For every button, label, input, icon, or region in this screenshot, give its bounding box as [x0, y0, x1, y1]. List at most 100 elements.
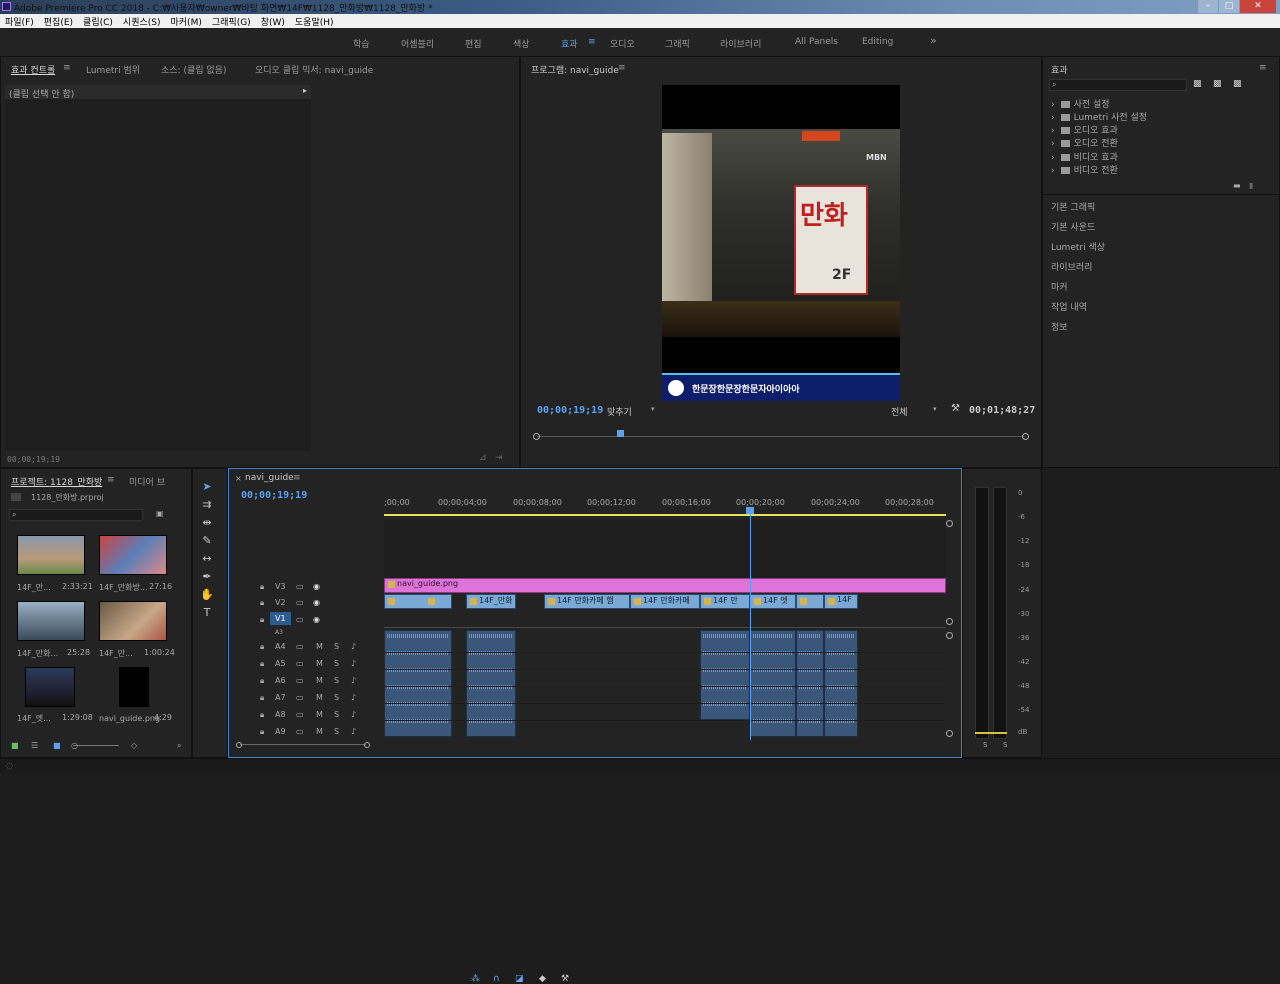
mute-button[interactable]: M [316, 642, 323, 651]
section-history[interactable]: 작업 내역 [1051, 300, 1087, 313]
fit-dropdown[interactable]: 맞추기 ▾ [605, 404, 661, 418]
workspace-menu-icon[interactable]: ≡ [588, 37, 596, 47]
mic-icon[interactable]: ♪ [351, 676, 356, 685]
mic-icon[interactable]: ♪ [351, 710, 356, 719]
ripple-edit-icon[interactable]: ⇹ [200, 516, 214, 530]
delete-icon[interactable]: ▮ [1249, 181, 1253, 190]
eye-icon[interactable]: ◉ [313, 615, 320, 624]
solo-button[interactable]: S [334, 727, 339, 736]
linked-selection-icon[interactable]: ∩ [493, 974, 500, 984]
solo-right-button[interactable]: S [1003, 741, 1007, 749]
workspace-learning[interactable]: 학습 [353, 37, 370, 50]
thumbnail[interactable] [17, 535, 85, 575]
mute-button[interactable]: M [316, 676, 323, 685]
tab-source[interactable]: 소스: (클립 없음) [161, 63, 226, 76]
solo-button[interactable]: S [334, 659, 339, 668]
timeline-settings-icon[interactable]: ⚒ [561, 974, 569, 984]
clip-v2[interactable]: 14F 만화카페 [630, 594, 700, 609]
eye-icon[interactable]: ◉ [313, 598, 320, 607]
thumbnail[interactable] [119, 667, 149, 707]
wrench-icon[interactable]: ⚒ [951, 403, 960, 414]
work-area-bar[interactable] [384, 514, 946, 516]
mic-icon[interactable]: ♪ [351, 727, 356, 736]
menu-edit[interactable]: 편집(E) [39, 15, 78, 28]
hand-tool-icon[interactable]: ✋ [200, 588, 214, 602]
new-search-bin-icon[interactable]: ▣ [156, 509, 164, 518]
razor-tool-icon[interactable]: ✎ [200, 534, 214, 548]
program-scrubber[interactable] [533, 430, 1029, 441]
list-view-icon[interactable]: ☰ [31, 741, 38, 750]
effects-folder-video-transitions[interactable]: › 비디오 전환 [1051, 163, 1118, 176]
clip-v2[interactable] [796, 594, 824, 609]
accelerated-effects-icon[interactable]: ▩ [1193, 79, 1202, 89]
mic-icon[interactable]: ♪ [351, 642, 356, 651]
close-tab-icon[interactable]: × [235, 474, 242, 483]
new-bin-icon[interactable]: ▬ [1233, 181, 1241, 190]
slider-handle-icon[interactable]: ○ [71, 741, 78, 750]
timeline-timecode[interactable]: 00;00;19;19 [241, 490, 307, 501]
workspace-editing-kr[interactable]: 편집 [465, 37, 482, 50]
slip-tool-icon[interactable]: ↔ [200, 552, 214, 566]
add-marker-icon[interactable]: ◆ [539, 974, 546, 984]
effects-menu-icon[interactable]: ≡ [1259, 63, 1267, 73]
audio-clip[interactable] [700, 630, 750, 720]
section-markers[interactable]: 마커 [1051, 280, 1068, 293]
menu-window[interactable]: 창(W) [256, 15, 290, 28]
mute-button[interactable]: M [316, 693, 323, 702]
sync-lock-icon[interactable]: ▭ [296, 659, 304, 668]
program-menu-icon[interactable]: ≡ [618, 63, 626, 73]
sort-icon[interactable]: ◇ [131, 741, 137, 750]
workspace-overflow-icon[interactable]: » [930, 34, 937, 47]
track-lock-icon[interactable]: 🔒︎ [260, 615, 264, 625]
eye-icon[interactable]: ◉ [313, 582, 320, 591]
timeline-scrollbar[interactable] [236, 742, 370, 748]
sequence-menu-icon[interactable]: ≡ [293, 473, 301, 483]
32bit-effects-icon[interactable]: ▩ [1213, 79, 1222, 89]
project-menu-icon[interactable]: ≡ [107, 475, 115, 485]
clip-v2[interactable]: 14F 엣 [750, 594, 796, 609]
section-libraries[interactable]: 라이브러리 [1051, 260, 1092, 273]
tab-lumetri-scopes[interactable]: Lumetri 범위 [86, 63, 140, 76]
solo-button[interactable]: S [334, 710, 339, 719]
track-lock-icon[interactable]: 🔒︎ [260, 710, 264, 720]
track-lock-icon[interactable]: 🔒︎ [260, 598, 264, 608]
workspace-color[interactable]: 색상 [513, 37, 530, 50]
solo-button[interactable]: S [334, 693, 339, 702]
menu-graphics[interactable]: 그래픽(G) [207, 15, 256, 28]
clip-v2[interactable]: 14F 만화카페 햄 [544, 594, 630, 609]
effects-folder-audio-effects[interactable]: › 오디오 효과 [1051, 123, 1118, 136]
track-label-v1[interactable]: V1 [270, 612, 291, 625]
filter-icon[interactable]: ⊿ [479, 453, 487, 463]
tab-media-browser[interactable]: 미디어 브 [129, 475, 165, 488]
sync-lock-icon[interactable]: ▭ [296, 642, 304, 651]
track-lock-icon[interactable]: 🔒︎ [260, 582, 264, 592]
type-tool-icon[interactable]: T [200, 606, 214, 620]
mute-button[interactable]: M [316, 659, 323, 668]
menu-help[interactable]: 도움말(H) [290, 15, 339, 28]
section-lumetri-color[interactable]: Lumetri 색상 [1051, 240, 1105, 253]
tab-audio-clip-mixer[interactable]: 오디오 클립 믹서: navi_guide [255, 63, 373, 76]
tab-project[interactable]: 프로젝트: 1128_만화방 [11, 475, 102, 488]
workspace-all-panels[interactable]: All Panels [795, 37, 838, 47]
sync-lock-icon[interactable]: ▭ [296, 598, 304, 607]
track-lock-icon[interactable]: 🔒︎ [260, 642, 264, 652]
yuv-effects-icon[interactable]: ▩ [1233, 79, 1242, 89]
workspace-editing[interactable]: Editing [862, 37, 893, 47]
clip-v2[interactable]: 14F_만화 [466, 594, 516, 609]
effects-folder-lumetri-presets[interactable]: › Lumetri 사전 설정 [1051, 110, 1147, 123]
workspace-graphics[interactable]: 그래픽 [665, 37, 690, 50]
track-lock-icon[interactable]: 🔒︎ [260, 693, 264, 703]
tab-effect-controls[interactable]: 효과 컨트롤 [11, 63, 55, 76]
track-select-icon[interactable]: ⇉ [200, 498, 214, 512]
mute-button[interactable]: M [316, 727, 323, 736]
pen-tool-icon[interactable]: ✒ [200, 570, 214, 584]
workspace-audio[interactable]: 오디오 [610, 37, 635, 50]
icon-view-icon[interactable]: ■ [53, 741, 61, 750]
mic-icon[interactable]: ♪ [351, 659, 356, 668]
thumbnail[interactable] [25, 667, 75, 707]
expand-arrow-icon[interactable]: ▸ [303, 86, 307, 95]
track-lock-icon[interactable]: 🔒︎ [260, 659, 264, 669]
snap-icon[interactable]: ⁂ [471, 974, 480, 984]
close-button[interactable]: ✕ [1240, 0, 1276, 13]
find-icon[interactable]: ⌕ [177, 741, 181, 751]
